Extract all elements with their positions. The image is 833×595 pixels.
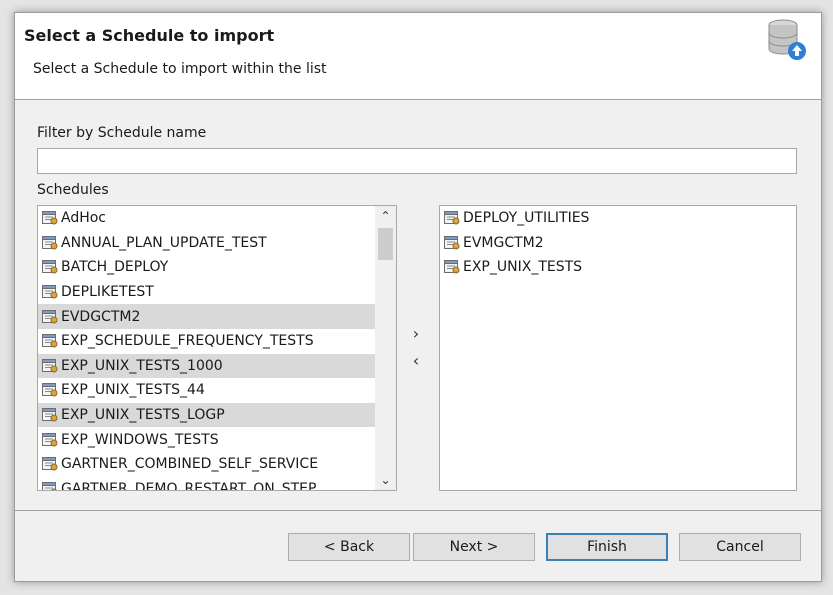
schedule-icon [42,408,61,422]
schedule-icon [444,211,463,225]
list-item[interactable]: EXP_WINDOWS_TESTS [38,427,375,452]
schedule-icon [444,260,463,274]
scroll-thumb[interactable] [378,228,393,260]
import-schedule-dialog: Select a Schedule to import Select a Sch… [14,12,822,582]
page-subtitle: Select a Schedule to import within the l… [33,61,327,77]
schedule-icon [42,285,61,299]
list-item-label: DEPLIKETEST [61,284,154,301]
schedule-icon [42,235,61,250]
move-right-button[interactable]: › [407,323,425,343]
list-item[interactable]: EXP_SCHEDULE_FREQUENCY_TESTS [38,329,375,354]
list-item[interactable]: BATCH_DEPLOY [38,255,375,280]
list-item[interactable]: EVDGCTM2 [38,304,375,329]
list-item[interactable]: EXP_UNIX_TESTS_1000 [38,353,375,379]
database-import-icon [767,17,807,63]
page-title: Select a Schedule to import [24,26,275,45]
list-item-label: GARTNER_DEMO_RESTART_ON_STEP [61,480,317,491]
list-item-label: EXP_UNIX_TESTS_44 [61,382,205,399]
list-item-label: AdHoc [61,210,107,227]
list-item-label: BATCH_DEPLOY [61,259,169,276]
schedule-icon [42,211,61,225]
schedules-label: Schedules [37,182,109,198]
filter-input[interactable] [37,148,797,174]
schedule-icon [42,309,61,324]
schedule-icon [42,432,61,447]
list-item-label: EXP_UNIX_TESTS [463,259,583,276]
filter-label: Filter by Schedule name [37,125,207,141]
list-item-label: GARTNER_COMBINED_SELF_SERVICE [61,456,319,473]
list-item[interactable]: EXP_UNIX_TESTS_LOGP [38,402,375,428]
list-item[interactable]: GARTNER_DEMO_RESTART_ON_STEP [38,477,375,491]
list-item[interactable]: EVMGCTM2 [440,231,796,256]
finish-button[interactable]: Finish [546,533,668,561]
scroll-down-arrow-icon[interactable]: ⌄ [375,470,396,490]
list-item[interactable]: EXP_UNIX_TESTS_44 [38,378,375,403]
list-item[interactable]: ANNUAL_PLAN_UPDATE_TEST [38,231,375,256]
list-item-label: EXP_WINDOWS_TESTS [61,431,219,448]
schedule-icon [42,457,61,471]
available-schedules-list[interactable]: AdHoc ANNUAL_PLAN_UPDATE_TEST BATCH_DEPLOY… [37,205,397,491]
cancel-button[interactable]: Cancel [679,533,801,561]
list-item-label: EXP_SCHEDULE_FREQUENCY_TESTS [61,333,314,350]
footer-divider [15,510,821,511]
list-item[interactable]: DEPLOY_UTILITIES [440,206,796,231]
dialog-header: Select a Schedule to import Select a Sch… [15,13,821,100]
schedule-icon [42,334,61,348]
list-item[interactable]: AdHoc [38,206,375,231]
list-item-label: ANNUAL_PLAN_UPDATE_TEST [61,234,267,251]
schedule-icon [42,260,61,274]
back-button[interactable]: < Back [288,533,410,561]
next-button[interactable]: Next > [413,533,535,561]
list-item[interactable]: GARTNER_COMBINED_SELF_SERVICE [38,452,375,477]
selected-schedules-list[interactable]: DEPLOY_UTILITIES EVMGCTM2 EXP_UNIX_TESTS [439,205,797,491]
list-item-label: EXP_UNIX_TESTS_LOGP [61,407,225,424]
scrollbar[interactable]: ⌃ ⌄ [375,206,396,490]
list-item-label: EXP_UNIX_TESTS_1000 [61,357,223,374]
schedule-icon [42,383,61,397]
scroll-up-arrow-icon[interactable]: ⌃ [375,206,396,226]
schedule-icon [42,358,61,373]
schedule-icon [444,235,463,250]
list-item-label: DEPLOY_UTILITIES [463,210,590,227]
move-left-button[interactable]: ‹ [407,350,425,370]
list-item-label: EVMGCTM2 [463,234,544,251]
list-item[interactable]: DEPLIKETEST [38,280,375,305]
schedule-icon [42,481,61,490]
list-item-label: EVDGCTM2 [61,308,141,325]
list-item[interactable]: EXP_UNIX_TESTS [440,255,796,280]
